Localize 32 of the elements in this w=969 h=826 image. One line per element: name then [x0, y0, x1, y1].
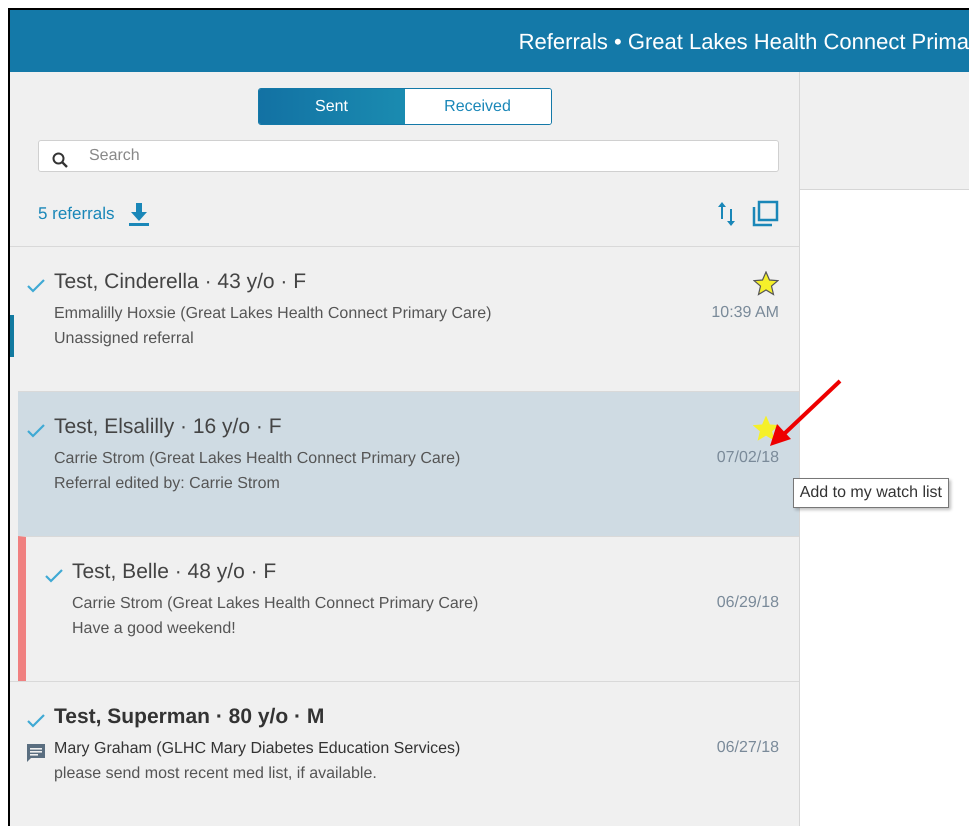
- patient-name: Test, Belle · 48 y/o · F: [72, 559, 278, 584]
- sort-icon[interactable]: [717, 201, 737, 227]
- tab[interactable]: Received: [404, 89, 550, 124]
- referral-note: Unassigned referral: [54, 328, 195, 349]
- referral-sender: Carrie Strom (Great Lakes Health Connect Primary Care): [72, 594, 480, 614]
- patient-name: Test, Elsalilly · 16 y/o · F: [54, 414, 283, 440]
- check-icon: [27, 424, 45, 438]
- star-icon[interactable]: [753, 271, 779, 297]
- search-field[interactable]: Search: [38, 140, 779, 172]
- check-icon: [45, 569, 63, 583]
- referral-sender: Mary Graham (GLHC Mary Diabetes Education Services): [54, 739, 462, 760]
- tooltip: Add to my watch list: [792, 478, 949, 508]
- tab[interactable]: Sent: [258, 89, 404, 124]
- referral-count: 5 referrals: [38, 203, 115, 226]
- copy-icon[interactable]: [751, 200, 779, 228]
- referral-time: 10:39 AM: [711, 303, 779, 323]
- referral-note: please send most recent med list, if available.: [54, 764, 378, 784]
- referral-sender: Carrie Strom (Great Lakes Health Connect Primary Care): [54, 449, 462, 470]
- patient-name: Test, Cinderella · 43 y/o · F: [54, 269, 308, 294]
- referral-row[interactable]: Test, Superman · 80 y/o · M Mary Graham (GLHC Mary Diabetes Education Services) please send most recent med list, if available. 06/27/18: [10, 681, 799, 826]
- referral-time: 06/27/18: [716, 738, 779, 758]
- referral-note: Referral edited by: Carrie Strom: [54, 474, 281, 494]
- referral-time: 06/29/18: [716, 593, 779, 613]
- referral-time: 07/02/18: [716, 448, 779, 468]
- referral-row[interactable]: Test, Belle · 48 y/o · F Carrie Strom (Great Lakes Health Connect Primary Care) Have a good weekend! 06/29/18: [18, 536, 799, 681]
- check-icon: [27, 279, 45, 293]
- header-title: Referrals • Great Lakes Health Connect Prima: [518, 28, 969, 56]
- download-icon[interactable]: [128, 202, 149, 226]
- check-icon: [27, 714, 45, 728]
- referral-note: Have a good weekend!: [72, 618, 237, 639]
- referral-sender: Emmalilly Hoxsie (Great Lakes Health Connect Primary Care): [54, 304, 492, 324]
- patient-name: Test, Superman · 80 y/o · M: [54, 704, 326, 730]
